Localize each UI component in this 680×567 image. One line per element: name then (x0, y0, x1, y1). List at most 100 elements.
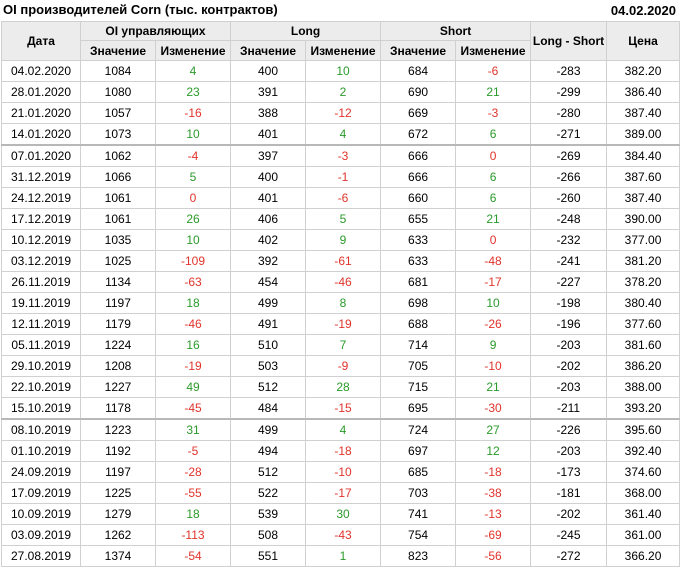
report-date: 04.02.2020 (610, 3, 676, 18)
cell-short-change: -30 (455, 397, 532, 420)
cell-long-short: -232 (530, 229, 608, 251)
cell-oi-value: 1227 (80, 376, 156, 398)
cell-date: 03.12.2019 (1, 250, 81, 272)
cell-long-value: 510 (230, 334, 307, 356)
cell-short-value: 705 (380, 355, 457, 377)
cell-oi-value: 1057 (80, 102, 156, 124)
cot-table: Дата OI управляющих Long Short Long - Sh… (1, 21, 680, 567)
cell-price: 393.20 (606, 397, 680, 420)
cell-long-short: -299 (530, 81, 608, 103)
cell-oi-value: 1025 (80, 250, 156, 272)
col-group-short: Short (380, 21, 532, 41)
cell-long-value: 503 (230, 355, 307, 377)
cell-oi-value: 1197 (80, 292, 156, 314)
cell-date: 01.10.2019 (1, 440, 81, 462)
cell-oi-change: 18 (154, 292, 232, 314)
cell-short-value: 684 (380, 60, 457, 82)
cell-short-change: -3 (455, 102, 532, 124)
cell-long-change: -15 (305, 397, 382, 420)
cell-oi-change: 10 (154, 123, 232, 146)
cell-oi-change: -4 (154, 144, 232, 167)
cell-long-short: -203 (530, 334, 608, 356)
table-row: 27.08.2019 1374 -54 551 1 823 -56 -272 366.20 (1, 545, 680, 567)
cell-price: 389.00 (606, 123, 680, 146)
cell-oi-value: 1080 (80, 81, 156, 103)
cell-short-change: -10 (455, 355, 532, 377)
cell-long-short: -283 (530, 60, 608, 82)
cell-long-short: -211 (530, 397, 608, 420)
cell-long-short: -202 (530, 503, 608, 525)
table-row: 31.12.2019 1066 5 400 -1 666 6 -266 387.60 (1, 166, 680, 188)
cell-price: 387.40 (606, 187, 680, 209)
cell-long-short: -260 (530, 187, 608, 209)
col-short-value: Значение (380, 40, 457, 61)
cell-long-short: -181 (530, 482, 608, 504)
cell-date: 27.08.2019 (1, 545, 81, 567)
cell-long-change: -3 (305, 144, 382, 167)
cell-short-change: -69 (455, 524, 532, 546)
cell-short-change: 6 (455, 166, 532, 188)
cell-oi-value: 1073 (80, 123, 156, 146)
cell-short-value: 666 (380, 166, 457, 188)
cell-date: 03.09.2019 (1, 524, 81, 546)
cell-date: 15.10.2019 (1, 397, 81, 420)
report-title: OI производителей Corn (тыс. контрактов) (3, 2, 278, 17)
cell-long-change: 9 (305, 229, 382, 251)
cell-date: 07.01.2020 (1, 144, 81, 167)
cell-price: 387.40 (606, 102, 680, 124)
cell-date: 10.12.2019 (1, 229, 81, 251)
cell-oi-change: 16 (154, 334, 232, 356)
cell-oi-value: 1035 (80, 229, 156, 251)
col-long-change: Изменение (305, 40, 382, 61)
cell-short-change: 6 (455, 187, 532, 209)
cell-long-change: -10 (305, 461, 382, 483)
cell-short-change: 21 (455, 208, 532, 230)
cell-price: 377.00 (606, 229, 680, 251)
cell-long-short: -271 (530, 123, 608, 146)
cell-price: 380.40 (606, 292, 680, 314)
cell-short-value: 703 (380, 482, 457, 504)
cell-long-change: 5 (305, 208, 382, 230)
cell-oi-value: 1223 (80, 418, 156, 441)
cell-short-value: 655 (380, 208, 457, 230)
table-row: 04.02.2020 1084 4 400 10 684 -6 -283 382.20 (1, 60, 680, 82)
cell-short-change: 27 (455, 418, 532, 441)
table-row: 22.10.2019 1227 49 512 28 715 21 -203 388.00 (1, 376, 680, 398)
cell-long-short: -227 (530, 271, 608, 293)
cell-long-short: -266 (530, 166, 608, 188)
cell-short-change: 10 (455, 292, 532, 314)
cell-short-value: 695 (380, 397, 457, 420)
cell-price: 387.60 (606, 166, 680, 188)
cell-long-value: 401 (230, 187, 307, 209)
cell-long-change: -19 (305, 313, 382, 335)
col-long-value: Значение (230, 40, 307, 61)
cell-oi-change: -109 (154, 250, 232, 272)
cell-short-value: 715 (380, 376, 457, 398)
cell-long-change: -9 (305, 355, 382, 377)
cell-short-change: -56 (455, 545, 532, 567)
cell-short-change: -17 (455, 271, 532, 293)
cell-short-value: 681 (380, 271, 457, 293)
cell-oi-change: 0 (154, 187, 232, 209)
cell-short-value: 823 (380, 545, 457, 567)
cell-short-change: 21 (455, 81, 532, 103)
cell-oi-change: -28 (154, 461, 232, 483)
cell-oi-change: 4 (154, 60, 232, 82)
cell-long-change: -17 (305, 482, 382, 504)
cell-oi-change: 10 (154, 229, 232, 251)
cell-price: 392.40 (606, 440, 680, 462)
cell-long-short: -241 (530, 250, 608, 272)
cell-short-change: 12 (455, 440, 532, 462)
table-row: 28.01.2020 1080 23 391 2 690 21 -299 386.40 (1, 81, 680, 103)
cell-price: 382.20 (606, 60, 680, 82)
cell-long-change: 8 (305, 292, 382, 314)
cell-oi-value: 1134 (80, 271, 156, 293)
cell-oi-value: 1279 (80, 503, 156, 525)
cell-short-value: 633 (380, 229, 457, 251)
cell-long-value: 402 (230, 229, 307, 251)
table-row: 01.10.2019 1192 -5 494 -18 697 12 -203 392.40 (1, 440, 680, 462)
cell-long-value: 400 (230, 166, 307, 188)
cell-long-change: 7 (305, 334, 382, 356)
cell-oi-value: 1224 (80, 334, 156, 356)
cell-long-value: 388 (230, 102, 307, 124)
